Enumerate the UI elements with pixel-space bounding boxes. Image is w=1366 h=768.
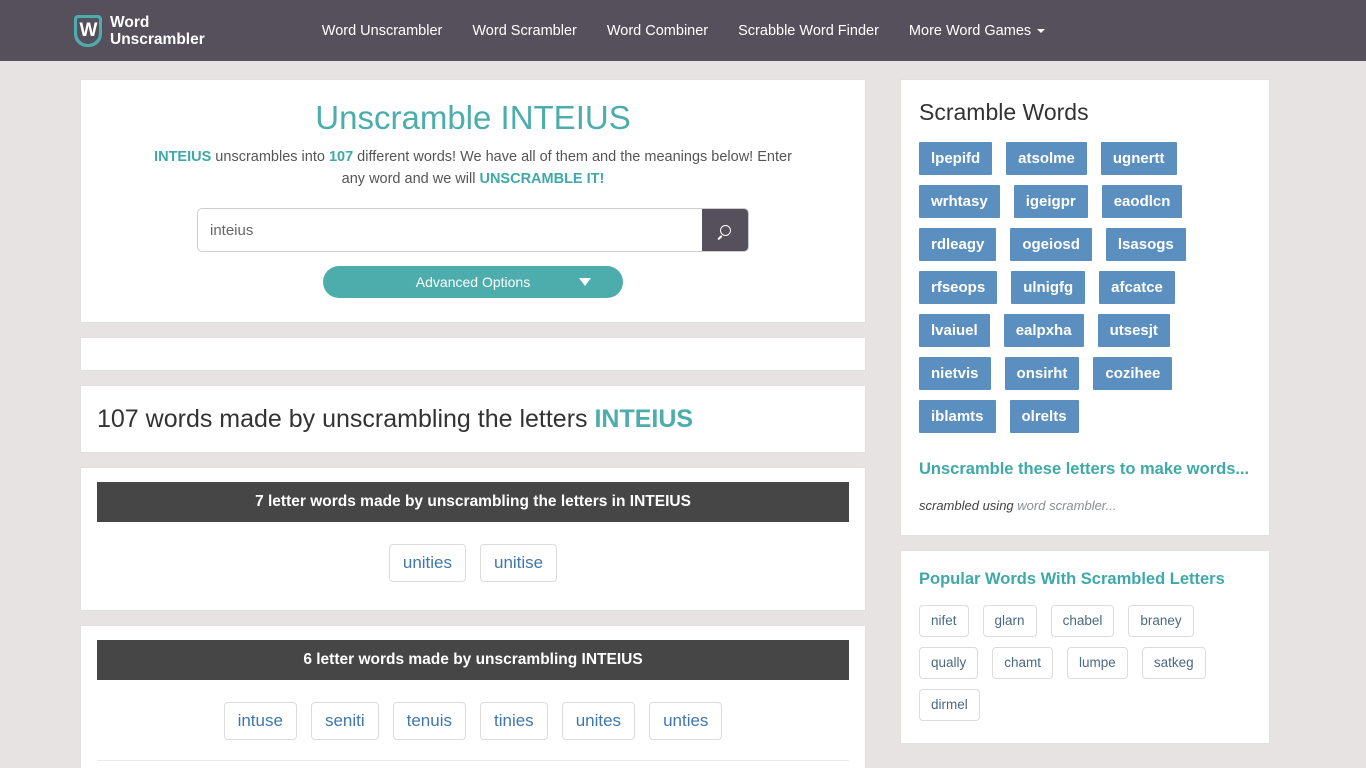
scramble-word-chip[interactable]: atsolme	[1006, 142, 1087, 175]
hero-desc-a: unscrambles into	[211, 149, 329, 165]
word-group-footer: Unscrambled 6 6 Letter Words	[97, 760, 849, 768]
scramble-word-chip[interactable]: iblamts	[919, 400, 996, 433]
scramble-word-chip[interactable]: cozihee	[1093, 357, 1173, 390]
hero-word-count: 107	[328, 149, 354, 165]
results-heading: 107 words made by unscrambling the lette…	[81, 386, 865, 452]
popular-word-chip[interactable]: nifet	[919, 605, 969, 637]
top-navbar: W Word Unscrambler Word Unscrambler Word…	[0, 0, 1366, 61]
scramble-word-chip[interactable]: nietvis	[919, 357, 991, 390]
popular-word-chip[interactable]: braney	[1128, 605, 1194, 637]
nav-item-label: Scrabble Word Finder	[738, 22, 879, 39]
scramble-word-chip[interactable]: ealpxha	[1003, 314, 1084, 347]
word-group-body: 7 letter words made by unscrambling the …	[81, 468, 865, 610]
hero-description: INTEIUS unscrambles into 107 different w…	[143, 146, 803, 190]
scramble-word-chip[interactable]: olrelts	[1009, 400, 1079, 433]
nav-item-scrabble-word-finder[interactable]: Scrabble Word Finder	[723, 13, 894, 49]
page-body: Unscramble INTEIUS INTEIUS unscrambles i…	[0, 61, 1366, 768]
word-group-7-letters: 7 letter words made by unscrambling the …	[80, 467, 866, 611]
page-title: Unscramble INTEIUS	[315, 99, 631, 136]
popular-word-chip[interactable]: satkeg	[1141, 647, 1206, 679]
nav-item-label: Word Unscrambler	[321, 22, 443, 39]
sidebar-column: Scramble Words lpepifd atsolme ugnertt w…	[900, 79, 1270, 758]
results-header-card: 107 words made by unscrambling the lette…	[80, 385, 866, 453]
scramble-word-chip[interactable]: lsasogs	[1105, 228, 1186, 261]
scramble-word-chip[interactable]: igeigpr	[1013, 185, 1088, 218]
scramble-word-chip[interactable]: rdleagy	[919, 228, 997, 261]
word-tile[interactable]: intuse	[223, 702, 297, 740]
popular-word-chip[interactable]: dirmel	[919, 689, 980, 721]
nav-item-word-unscrambler[interactable]: Word Unscrambler	[307, 13, 458, 49]
word-tile[interactable]: seniti	[310, 702, 379, 740]
scramble-word-chip[interactable]: rfseops	[919, 271, 998, 304]
word-group-title: 7 letter words made by unscrambling the …	[97, 482, 849, 522]
hero-card: Unscramble INTEIUS INTEIUS unscrambles i…	[80, 79, 866, 323]
word-tile-list: intuse seniti tenuis tinies unites untie…	[97, 680, 849, 760]
popular-word-chip[interactable]: glarn	[982, 605, 1037, 637]
scramble-word-chip[interactable]: utsesjt	[1097, 314, 1170, 347]
scramble-words-card: Scramble Words lpepifd atsolme ugnertt w…	[900, 79, 1270, 536]
brand-line-1: Word	[110, 13, 150, 31]
advanced-options-button[interactable]: Advanced Options	[323, 266, 623, 298]
chevron-down-icon	[579, 278, 591, 286]
advanced-options-label: Advanced Options	[415, 274, 531, 290]
chevron-down-icon	[1037, 28, 1046, 33]
popular-words-title: Popular Words With Scrambled Letters	[919, 570, 1225, 588]
popular-words-chip-list: nifet glarn chabel braney qually chamt l…	[919, 605, 1251, 721]
brand-line-2: Unscrambler	[110, 30, 205, 48]
scramble-word-chip[interactable]: ogeiosd	[1010, 228, 1092, 261]
nav-links: Word Unscrambler Word Scrambler Word Com…	[307, 13, 1060, 49]
word-tile[interactable]: tenuis	[392, 702, 466, 740]
scramble-word-chip[interactable]: ulnigfg	[1011, 271, 1086, 304]
search-submit-button[interactable]	[702, 209, 748, 251]
scramble-word-chip[interactable]: wrhtasy	[919, 185, 1000, 218]
scramble-word-chip[interactable]: lpepifd	[919, 142, 993, 175]
nav-item-label: Word Scrambler	[472, 22, 577, 39]
nav-item-word-combiner[interactable]: Word Combiner	[592, 13, 723, 49]
scramble-note: scrambled using word scrambler...	[919, 498, 1251, 513]
scramble-cta-text: Unscramble these letters to make words..…	[919, 460, 1250, 478]
scramble-words-title: Scramble Words	[919, 99, 1089, 125]
scramble-word-chip[interactable]: eaodlcn	[1101, 185, 1183, 218]
main-column: Unscramble INTEIUS INTEIUS unscrambles i…	[80, 79, 866, 768]
shield-logo-icon: W	[74, 14, 102, 47]
word-tile[interactable]: unities	[388, 544, 466, 582]
nav-item-label: More Word Games	[908, 22, 1032, 39]
scramble-word-chip[interactable]: onsirht	[1004, 357, 1080, 390]
scramble-note-text: scrambled using	[919, 498, 1018, 513]
scramble-word-chip[interactable]: afcatce	[1099, 271, 1175, 304]
nav-item-word-scrambler[interactable]: Word Scrambler	[457, 13, 591, 49]
popular-word-chip[interactable]: qually	[919, 647, 979, 679]
search-input[interactable]	[198, 209, 702, 251]
brand-title: Word Unscrambler	[110, 14, 205, 48]
search-icon	[719, 224, 731, 236]
hero-letters: INTEIUS	[154, 149, 212, 165]
word-tile-list: unities unitise	[97, 522, 849, 602]
word-scrambler-link[interactable]: word scrambler...	[1017, 498, 1116, 513]
results-heading-text: 107 words made by unscrambling the lette…	[97, 405, 595, 433]
word-tile[interactable]: unties	[649, 702, 723, 740]
word-tile[interactable]: unites	[561, 702, 636, 740]
word-tile[interactable]: tinies	[480, 702, 548, 740]
scramble-word-chip[interactable]: lvaiuel	[919, 314, 990, 347]
word-tile[interactable]: unitise	[480, 544, 558, 582]
popular-words-card: Popular Words With Scrambled Letters nif…	[900, 550, 1270, 744]
popular-word-chip[interactable]: chabel	[1050, 605, 1115, 637]
scramble-words-chip-list: lpepifd atsolme ugnertt wrhtasy igeigpr …	[919, 142, 1251, 433]
brand-mark-letter: W	[79, 20, 98, 41]
word-group-title: 6 letter words made by unscrambling INTE…	[97, 640, 849, 680]
popular-word-chip[interactable]: lumpe	[1067, 647, 1128, 679]
brand-logo-link[interactable]: W Word Unscrambler	[74, 14, 205, 48]
results-heading-letters: INTEIUS	[594, 405, 694, 433]
popular-word-chip[interactable]: chamt	[992, 647, 1054, 679]
word-group-body: 6 letter words made by unscrambling INTE…	[81, 626, 865, 768]
nav-item-more-word-games[interactable]: More Word Games	[894, 13, 1060, 49]
search-box	[197, 208, 749, 252]
word-group-6-letters: 6 letter words made by unscrambling INTE…	[80, 625, 866, 768]
scramble-word-chip[interactable]: ugnertt	[1100, 142, 1177, 175]
advanced-options-row: Advanced Options	[99, 266, 847, 298]
nav-item-label: Word Combiner	[606, 22, 709, 39]
hero-cta-text: UNSCRAMBLE IT!	[479, 171, 605, 187]
search-row	[99, 208, 847, 252]
ad-slot-panel	[80, 337, 866, 371]
